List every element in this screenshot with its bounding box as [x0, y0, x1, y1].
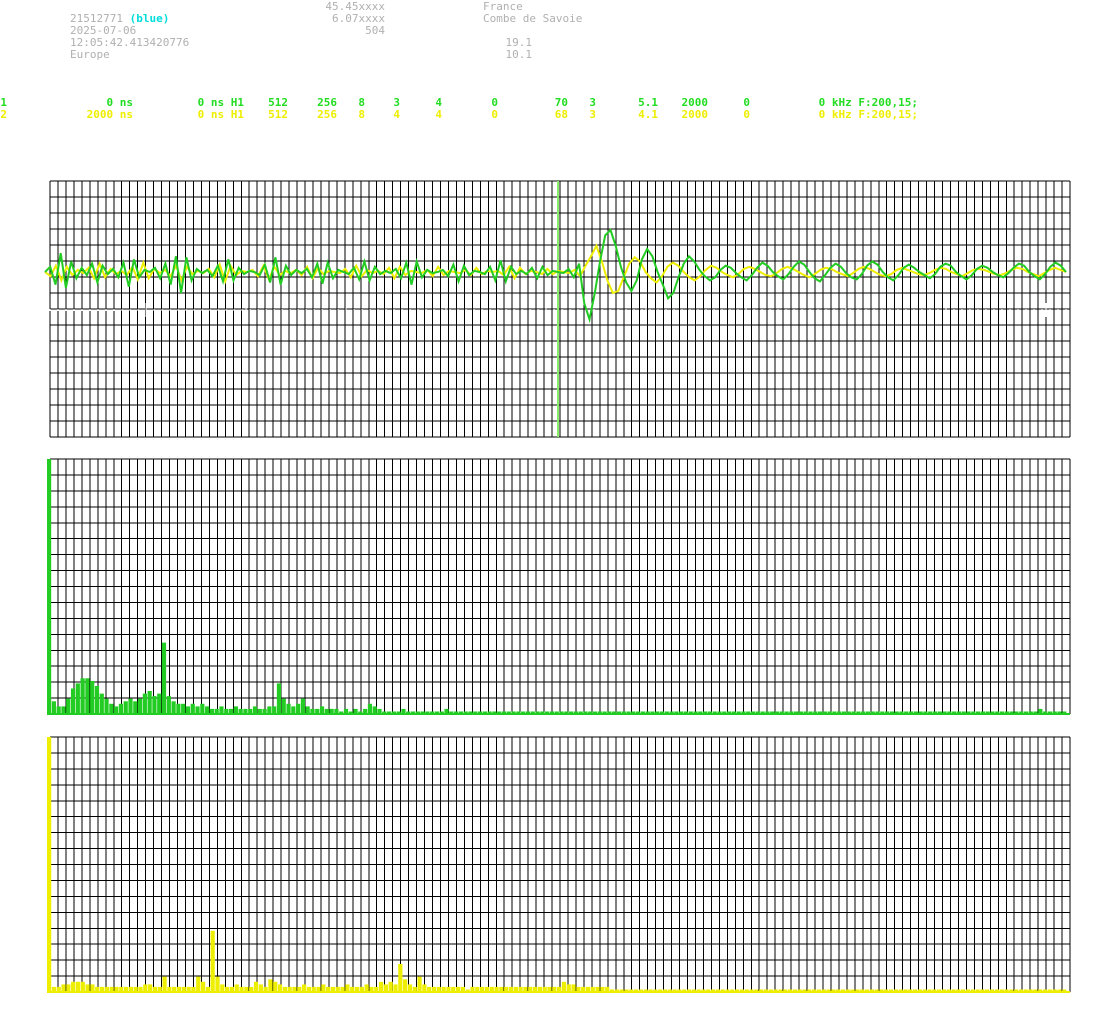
spectrum-1-bar — [171, 701, 176, 715]
spectrum-2-bar — [566, 984, 571, 992]
spectrum-1-bar — [142, 693, 147, 714]
spectrum-2-bar — [571, 984, 576, 992]
spectrum-2-bar — [210, 930, 215, 992]
spectrum-1-bar — [104, 698, 109, 714]
spectrum-1-bar — [85, 678, 90, 714]
spectrum-1-bar — [118, 703, 124, 714]
spectrum-2-bar — [200, 981, 206, 992]
spectrum-2-bar — [71, 981, 76, 992]
spectrum-1-bar — [61, 706, 66, 714]
spectrum-1-bar — [176, 703, 181, 714]
spectrum-1-bar — [56, 706, 61, 714]
spectrum-2-bar — [277, 984, 283, 992]
spectrum-1-bar — [233, 706, 238, 714]
spectrum-1-bar — [109, 703, 114, 714]
spectrum-1-bar — [114, 706, 119, 714]
charts-canvas — [44, 180, 1071, 993]
spectrum-1-bar — [291, 706, 296, 714]
spectrum-2-bar — [403, 979, 408, 993]
spectrum-1-bar — [137, 698, 143, 714]
spectrum-2-bar — [268, 979, 273, 993]
spectrum-1-bar — [147, 691, 152, 714]
spectrum-1-bar — [70, 688, 76, 714]
spectrum-1-bar — [319, 706, 325, 714]
spectrum-1-bar — [367, 703, 373, 714]
spectrum-1-bar — [133, 701, 138, 715]
spectrum-1-bar — [286, 703, 291, 714]
spectrum-2-grid — [49, 736, 1071, 993]
spectrum-1-bar — [181, 703, 186, 714]
spectrum-1-bar — [152, 696, 157, 714]
spectrum-1-bar — [200, 703, 205, 714]
spectrum-1-bar — [51, 701, 56, 715]
spectrum-2-bar — [378, 981, 384, 992]
spectrum-2-bar — [393, 984, 398, 992]
spectrum-1-bar — [190, 703, 195, 714]
spectrum-1-bar — [372, 706, 377, 714]
spectrum-2-bar — [302, 984, 307, 992]
spectrum-2-bar — [162, 976, 167, 992]
spectrum-2-bar — [80, 981, 85, 992]
spectrum-1-bar — [219, 706, 224, 714]
spectrum-2-bar — [364, 984, 369, 992]
spectrum-1-bar — [157, 693, 162, 714]
spectrum-2-bar — [253, 981, 259, 992]
spectrum-2-bar — [66, 984, 71, 992]
spectrum-1-bar — [99, 693, 104, 714]
spectrum-1-bar — [166, 696, 171, 714]
spectrum-2-bar — [47, 737, 52, 992]
spectrum-1-bar — [305, 706, 310, 714]
spectrum-1-bar — [47, 459, 52, 714]
spectrum-1-bar — [90, 680, 95, 714]
spectrum-2-bar — [321, 984, 326, 992]
spectrum-2-bar — [273, 981, 278, 992]
waveform-series-1 — [44, 228, 1067, 324]
spectrum-1-bar — [272, 706, 277, 714]
spectrum-1-bar — [300, 698, 305, 714]
spectrum-1-bar — [296, 703, 301, 714]
spectrum-1-grid — [49, 458, 1071, 715]
spectrum-2-bar — [90, 984, 95, 992]
spectrum-1-bar — [123, 701, 128, 715]
spectrum-1-bar — [267, 706, 272, 714]
spectrum-1-bar — [195, 706, 200, 714]
spectrum-2-bar — [422, 984, 427, 992]
spectrum-2-bar — [148, 984, 153, 992]
spectrum-2-bar — [398, 964, 403, 993]
spectrum-2-bar — [407, 984, 413, 992]
spectrum-1-bar — [252, 706, 258, 714]
spectrum-2-bar — [61, 984, 66, 992]
spectrum-1-bar — [205, 706, 210, 714]
spectrum-1-bar — [66, 698, 71, 714]
spectrum-2-bar — [215, 976, 220, 992]
spectrum-2-bar — [196, 976, 201, 992]
spectrum-2-bar — [258, 984, 263, 992]
spectrum-2-bar — [220, 984, 225, 992]
spectrum-2-bar — [383, 984, 388, 992]
waveform-grid — [49, 180, 1071, 438]
spectrum-1-bar — [75, 683, 80, 714]
spectrum-2-bar — [561, 981, 567, 992]
spectrum-2-bar — [85, 984, 90, 992]
spectrum-1-bar — [185, 706, 191, 714]
spectrum-2-bar — [345, 984, 350, 992]
spectrum-1-bar — [80, 678, 85, 714]
spectrum-2-bar — [417, 976, 422, 992]
spectrum-1-bar — [94, 686, 100, 715]
spectrum-2-bar — [234, 984, 239, 992]
spectrum-1-bar — [281, 698, 286, 714]
spectrum-2-bar — [388, 981, 393, 992]
spectrum-2-bar — [75, 981, 81, 992]
spectrum-1-bar — [161, 642, 167, 714]
spectrum-1-bar — [128, 698, 133, 714]
spectrum-2-bar — [143, 984, 148, 992]
spectrum-1-bar — [276, 683, 282, 714]
